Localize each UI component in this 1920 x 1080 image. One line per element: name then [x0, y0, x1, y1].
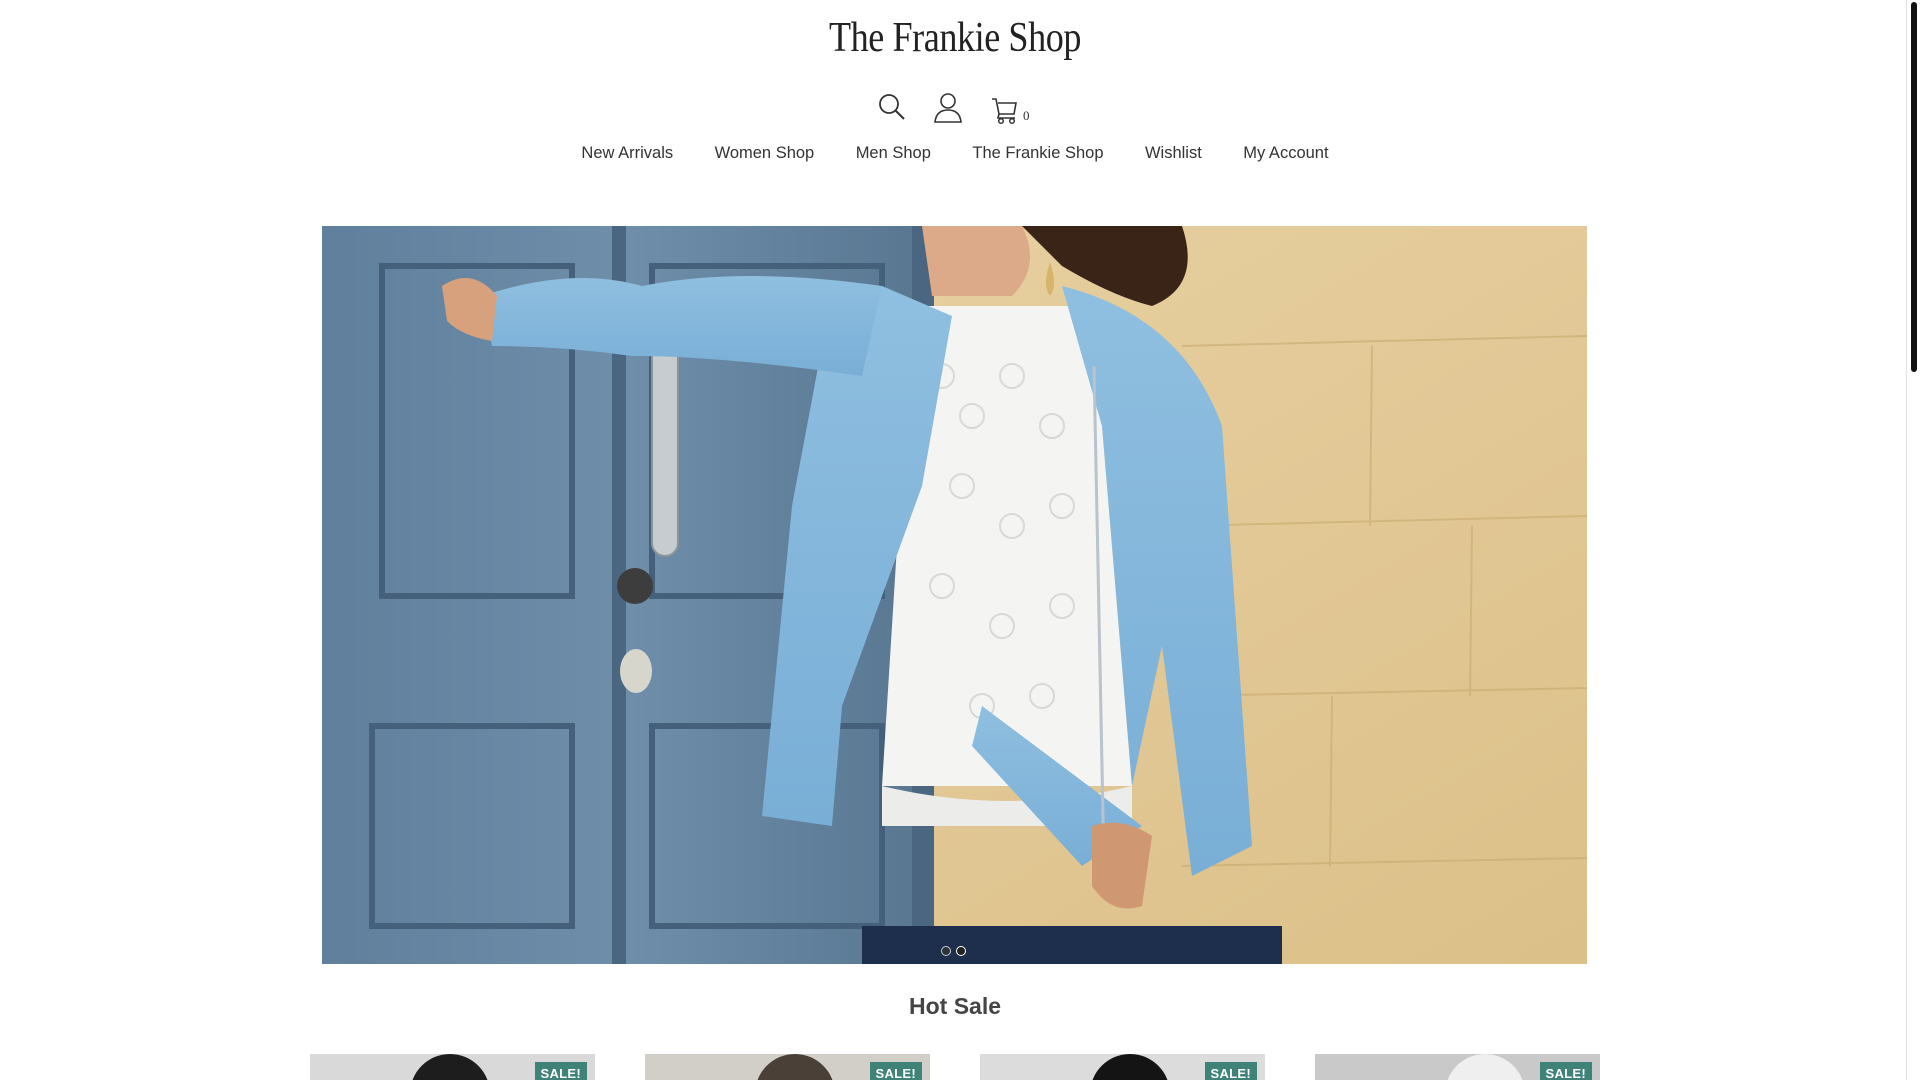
hero-slider[interactable]: [322, 226, 1587, 964]
user-icon[interactable]: [933, 92, 963, 124]
product-image: [1090, 1054, 1170, 1080]
sale-badge: SALE!: [534, 1062, 587, 1080]
cart-count[interactable]: 0: [1023, 108, 1030, 124]
slider-dot-1[interactable]: [941, 946, 951, 956]
main-nav: New Arrivals Women Shop Men Shop The Fra…: [0, 144, 1910, 163]
page-scrollbar[interactable]: [1906, 0, 1920, 1080]
product-card[interactable]: SALE!: [980, 1054, 1265, 1080]
nav-wishlist[interactable]: Wishlist: [1145, 144, 1202, 163]
hot-sale-heading: Hot Sale: [908, 993, 1002, 1019]
hero-image: [322, 226, 1587, 964]
nav-men-shop[interactable]: Men Shop: [856, 144, 931, 163]
slider-dots: [941, 946, 966, 956]
product-image: [1445, 1054, 1525, 1080]
slider-dot-2[interactable]: [956, 946, 966, 956]
nav-new-arrivals[interactable]: New Arrivals: [581, 144, 673, 163]
scrollbar-thumb[interactable]: [1911, 2, 1917, 372]
site-logo[interactable]: The Frankie Shop: [134, 14, 1777, 62]
sale-badge: SALE!: [1204, 1062, 1257, 1080]
nav-my-account[interactable]: My Account: [1243, 144, 1328, 163]
sale-badge: SALE!: [1539, 1062, 1592, 1080]
product-image: [755, 1054, 835, 1080]
product-image: [410, 1054, 490, 1080]
product-card[interactable]: SALE!: [310, 1054, 595, 1080]
header-icons: 0: [0, 92, 1910, 128]
cart-icon[interactable]: [991, 96, 1021, 128]
search-icon[interactable]: [877, 92, 907, 124]
nav-women-shop[interactable]: Women Shop: [715, 144, 815, 163]
product-card[interactable]: SALE!: [1315, 1054, 1600, 1080]
sale-badge: SALE!: [869, 1062, 922, 1080]
nav-the-frankie-shop[interactable]: The Frankie Shop: [972, 144, 1103, 163]
product-card[interactable]: SALE!: [645, 1054, 930, 1080]
